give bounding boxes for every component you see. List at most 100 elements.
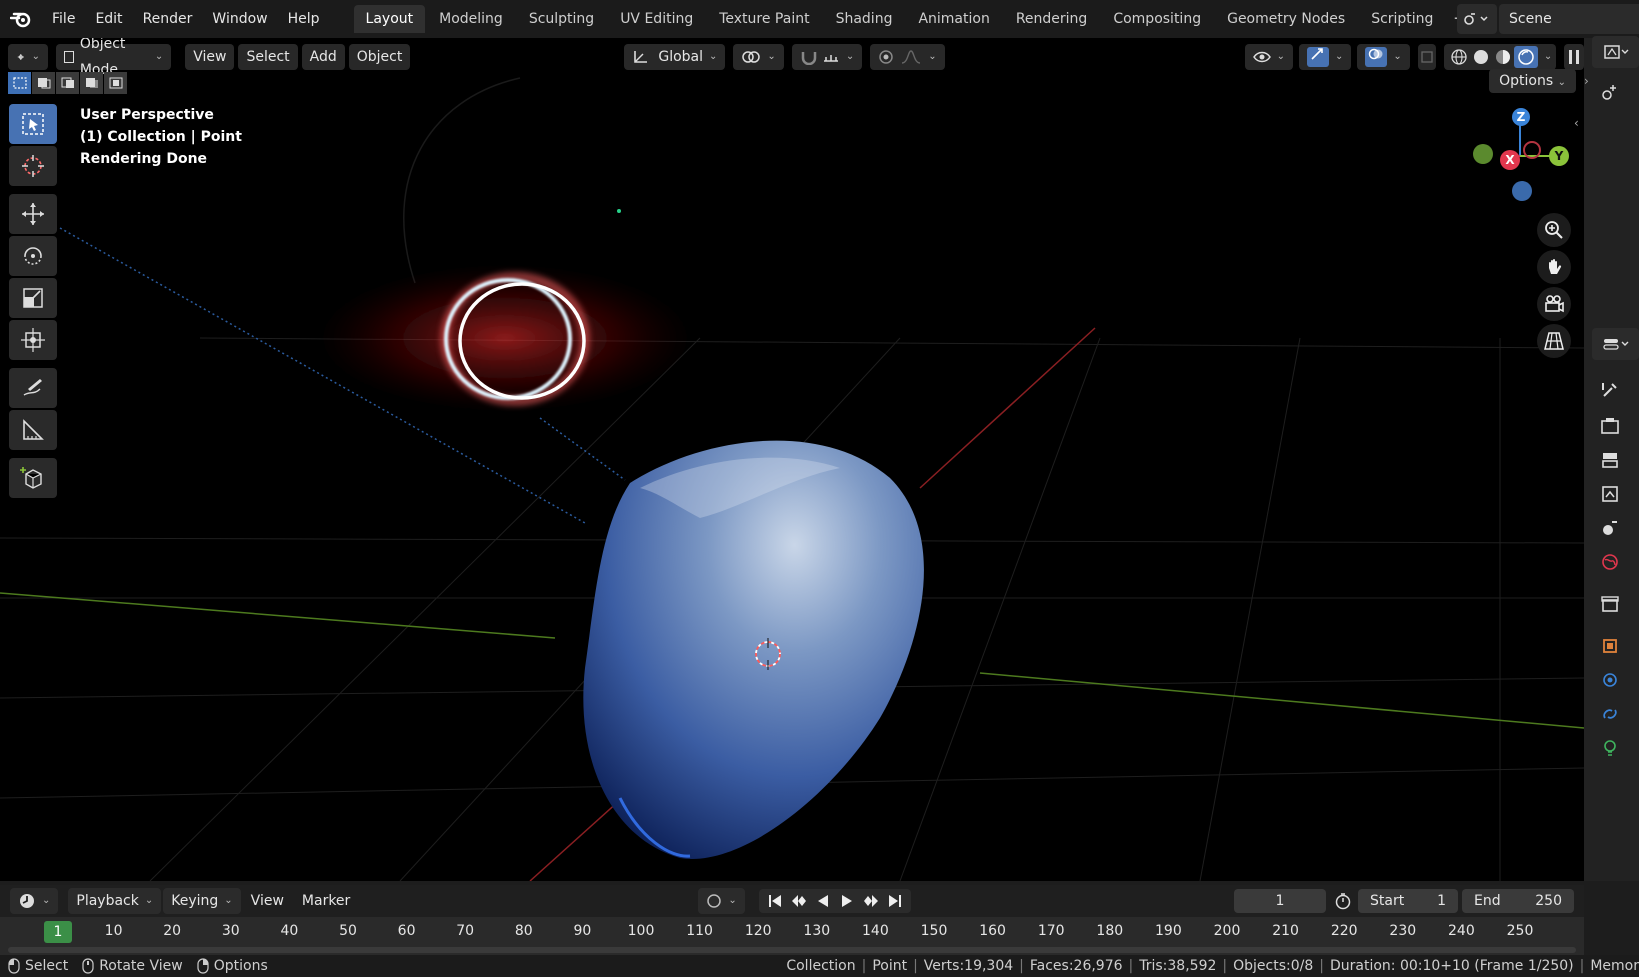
frame-ruler[interactable]: 10 20 30 40 50 60 70 80 90 100 110 120 130 140 150 160 1…	[0, 919, 1584, 945]
tab-modeling[interactable]: Modeling	[427, 5, 515, 33]
tool-properties-icon[interactable]	[1594, 375, 1626, 405]
tab-shading[interactable]: Shading	[824, 5, 905, 33]
select-box-tool[interactable]	[9, 104, 57, 144]
tab-compositing[interactable]: Compositing	[1101, 5, 1213, 33]
xray-toggle[interactable]	[1417, 44, 1436, 70]
select-subtract-mode[interactable]	[56, 72, 79, 94]
material-preview-icon[interactable]	[1492, 47, 1514, 67]
playhead-frame-indicator[interactable]: 1	[44, 921, 72, 943]
3d-viewport[interactable]: Z Y X ⌄ Object Mode ⌄ View Select Add Ob…	[0, 38, 1584, 881]
timeline-editor-type-button[interactable]: ⌄	[10, 888, 59, 914]
tab-geometry-nodes[interactable]: Geometry Nodes	[1215, 5, 1357, 33]
stopwatch-icon[interactable]	[1334, 892, 1352, 914]
transform-orientation-selector[interactable]: Global ⌄	[624, 44, 726, 70]
current-frame-field[interactable]: 1	[1234, 889, 1326, 913]
physics-properties-icon[interactable]	[1594, 665, 1626, 695]
select-extend-mode[interactable]	[32, 72, 55, 94]
output-properties-icon[interactable]	[1594, 445, 1626, 475]
light-data-properties-icon[interactable]	[1594, 733, 1626, 763]
pivot-point-button[interactable]: ⌄	[733, 44, 784, 70]
play-button[interactable]	[835, 889, 859, 913]
menu-select[interactable]: Select	[238, 44, 298, 70]
menu-help[interactable]: Help	[278, 0, 330, 38]
mode-selector[interactable]: Object Mode ⌄	[56, 38, 172, 78]
snap-toggle[interactable]: ⌄	[791, 44, 863, 70]
tab-animation[interactable]: Animation	[906, 5, 1001, 33]
keying-menu[interactable]: Keying ⌄	[163, 888, 241, 914]
select-new-mode[interactable]	[8, 72, 31, 94]
zoom-button[interactable]	[1537, 213, 1571, 247]
collection-properties-icon[interactable]	[1594, 589, 1626, 619]
auto-keying-toggle[interactable]: ⌄	[698, 888, 745, 914]
scale-tool[interactable]	[9, 278, 57, 318]
scene-properties-icon[interactable]	[1594, 513, 1626, 543]
world-properties-icon[interactable]	[1594, 547, 1626, 577]
outliner-filter-icon[interactable]	[1594, 78, 1626, 108]
render-properties-icon[interactable]	[1594, 411, 1626, 441]
tab-scripting[interactable]: Scripting	[1359, 5, 1445, 33]
jump-to-keyframe-next-button[interactable]	[859, 889, 883, 913]
gizmo-toggle[interactable]: ⌄	[1298, 44, 1352, 70]
object-properties-icon[interactable]	[1594, 631, 1626, 661]
select-intersect-mode[interactable]	[104, 72, 127, 94]
timeline-scrollbar[interactable]	[8, 947, 1576, 953]
outliner-editor-type-button[interactable]	[1592, 36, 1639, 68]
rotate-tool[interactable]	[9, 236, 57, 276]
tab-rendering[interactable]: Rendering	[1004, 5, 1100, 33]
proportional-editing-toggle[interactable]: ⌄	[870, 44, 945, 70]
scene-selector[interactable]: Scene	[1499, 4, 1639, 34]
menu-add[interactable]: Add	[301, 44, 345, 70]
measure-tool[interactable]	[9, 410, 57, 450]
playback-menu[interactable]: Playback ⌄	[68, 888, 162, 914]
menu-edit[interactable]: Edit	[85, 0, 132, 38]
chevron-down-icon: ⌄	[1543, 51, 1553, 62]
start-frame-field[interactable]: Start 1	[1358, 889, 1458, 913]
rendered-shading-icon[interactable]	[1513, 46, 1538, 68]
menu-render[interactable]: Render	[133, 0, 203, 38]
collapse-sidebar-icon[interactable]: ‹	[1574, 116, 1579, 130]
menu-object[interactable]: Object	[348, 44, 411, 70]
select-difference-mode[interactable]	[80, 72, 103, 94]
menu-file[interactable]: File	[42, 0, 85, 38]
move-tool[interactable]	[9, 194, 57, 234]
tab-layout[interactable]: Layout	[353, 5, 426, 33]
pan-button[interactable]	[1537, 250, 1571, 284]
constraints-properties-icon[interactable]	[1594, 699, 1626, 729]
proportional-icon	[879, 50, 893, 64]
options-dropdown[interactable]: Options ⌄	[1489, 69, 1576, 93]
tab-texture-paint[interactable]: Texture Paint	[707, 5, 821, 33]
scene-browse-button[interactable]	[1457, 4, 1497, 34]
wireframe-shading-icon[interactable]	[1448, 47, 1470, 67]
annotate-tool[interactable]	[9, 368, 57, 408]
pencil-icon	[23, 379, 42, 396]
timeline-view-menu[interactable]: View	[243, 888, 292, 914]
marker-menu[interactable]: Marker	[294, 888, 358, 914]
frame-tick-label: 10	[104, 923, 123, 939]
view-layer-properties-icon[interactable]	[1594, 479, 1626, 509]
overlays-toggle[interactable]: ⌄	[1357, 44, 1410, 70]
play-reverse-button[interactable]	[811, 889, 835, 913]
jump-to-end-button[interactable]	[883, 889, 907, 913]
gizmo-z-axis[interactable]: Z	[1512, 108, 1530, 126]
jump-to-keyframe-prev-button[interactable]	[787, 889, 811, 913]
menu-view[interactable]: View	[185, 44, 235, 70]
tab-uv-editing[interactable]: UV Editing	[608, 5, 705, 33]
blender-logo-icon[interactable]	[0, 0, 42, 38]
add-cube-tool[interactable]	[9, 458, 57, 498]
pause-render-button[interactable]	[1564, 44, 1584, 70]
gizmo-y-axis[interactable]: Y	[1549, 146, 1569, 166]
tab-sculpting[interactable]: Sculpting	[517, 5, 606, 33]
transform-tool[interactable]	[9, 320, 57, 360]
solid-shading-icon[interactable]	[1470, 47, 1492, 67]
gizmo-x-axis[interactable]: X	[1500, 150, 1520, 170]
cursor-tool[interactable]	[9, 146, 57, 186]
editor-type-button[interactable]: ⌄	[8, 44, 48, 70]
jump-to-start-button[interactable]	[763, 889, 787, 913]
expand-outliner-icon[interactable]: ›	[1584, 74, 1592, 94]
end-frame-field[interactable]: End 250	[1462, 889, 1574, 913]
perspective-toggle-button[interactable]	[1537, 324, 1571, 358]
properties-editor-type-button[interactable]	[1592, 328, 1639, 360]
menu-window[interactable]: Window	[202, 0, 277, 38]
camera-view-button[interactable]	[1537, 287, 1571, 321]
visibility-selectability-button[interactable]: ⌄	[1244, 44, 1293, 70]
